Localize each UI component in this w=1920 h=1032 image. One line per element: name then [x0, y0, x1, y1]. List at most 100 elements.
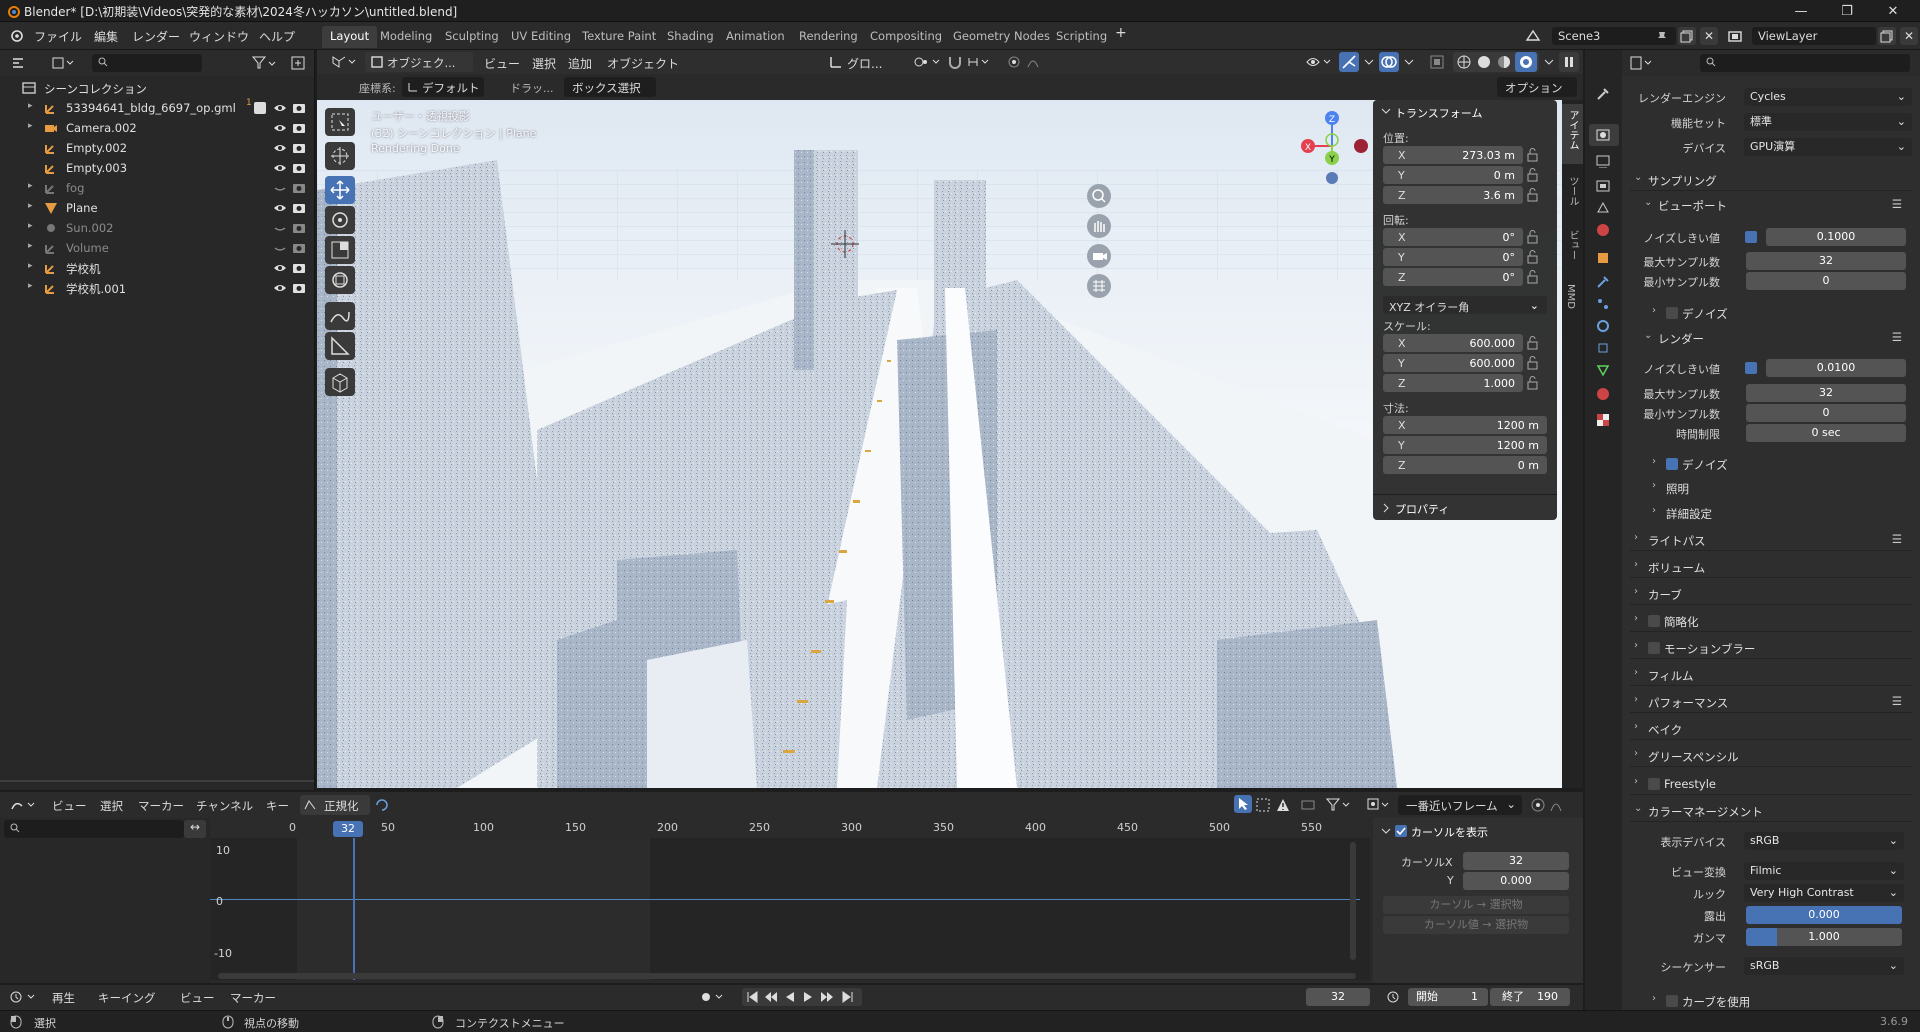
- render-camera-icon[interactable]: [292, 101, 306, 115]
- view-transform-dropdown[interactable]: Filmic ⌄: [1744, 862, 1904, 880]
- transform-tool[interactable]: [325, 266, 355, 294]
- gamma-field[interactable]: 1.000: [1746, 928, 1902, 946]
- add-workspace-button[interactable]: +: [1115, 25, 1127, 41]
- rotate-tool[interactable]: [325, 206, 355, 234]
- add-cube-tool[interactable]: [325, 368, 355, 396]
- list-icon[interactable]: ☰: [1892, 330, 1902, 344]
- editor-type-icon[interactable]: [12, 56, 28, 70]
- measure-tool[interactable]: [325, 332, 355, 360]
- cursor-to-selected-button[interactable]: カーソル → 選択物: [1383, 896, 1569, 914]
- time-limit-field[interactable]: 0 sec: [1746, 424, 1906, 442]
- lock-icon[interactable]: [1527, 188, 1539, 202]
- new-view-layer-button[interactable]: [1878, 27, 1896, 45]
- warning-icon[interactable]: [1275, 797, 1291, 813]
- texture-tab-icon[interactable]: [1595, 412, 1611, 428]
- section-5[interactable]: › フィルム: [1630, 664, 1912, 686]
- outliner-search-input[interactable]: [92, 54, 202, 72]
- expand-arrow-icon[interactable]: ▸: [28, 181, 33, 191]
- jump-keyframe-back-icon[interactable]: [764, 991, 778, 1003]
- properties-title[interactable]: プロパティ: [1395, 501, 1449, 517]
- workspace-tab-uv-editing[interactable]: UV Editing: [503, 26, 579, 48]
- play-icon[interactable]: [802, 991, 814, 1003]
- menu-file[interactable]: ファイル: [34, 28, 82, 45]
- editor-type-3d-icon[interactable]: [331, 55, 357, 69]
- render-camera-icon[interactable]: [292, 221, 306, 235]
- device-dropdown[interactable]: GPU演算 ⌄: [1744, 138, 1912, 156]
- normalize-toggle[interactable]: 正規化: [300, 795, 370, 815]
- scene-tab-icon[interactable]: [1595, 200, 1611, 216]
- outliner-item[interactable]: ▸ 53394641_bldg_6697_op.gml 1: [0, 98, 314, 118]
- subsection-lighting[interactable]: › 照明: [1648, 477, 1912, 499]
- menu-help[interactable]: ヘルプ: [259, 28, 295, 45]
- vp-menu-view[interactable]: ビュー: [484, 55, 520, 72]
- pause-render-button[interactable]: [1559, 52, 1579, 72]
- current-frame-field[interactable]: 32: [1306, 988, 1370, 1006]
- material-tab-icon[interactable]: [1595, 386, 1611, 402]
- workspace-tab-modeling[interactable]: Modeling: [372, 26, 440, 48]
- falloff-icon[interactable]: [1027, 55, 1051, 69]
- workspace-tab-scripting[interactable]: Scripting: [1048, 26, 1115, 48]
- graph-menu-item[interactable]: マーカー: [138, 798, 184, 814]
- menu-edit[interactable]: 編集: [94, 28, 118, 45]
- r-noise-checkbox[interactable]: [1745, 362, 1757, 374]
- vp-menu-select[interactable]: 選択: [532, 55, 556, 72]
- section-3[interactable]: › 簡略化: [1630, 610, 1912, 632]
- record-icon[interactable]: [700, 990, 726, 1004]
- object-tab-icon[interactable]: [1595, 250, 1611, 266]
- eye-icon[interactable]: [273, 141, 287, 155]
- falloff-icon[interactable]: [1550, 797, 1574, 813]
- solid-shading-icon[interactable]: [1476, 54, 1492, 70]
- section-7[interactable]: › ベイク: [1630, 718, 1912, 740]
- render-tab[interactable]: [1589, 124, 1619, 146]
- menu-window[interactable]: ウィンドウ: [189, 28, 249, 45]
- render-camera-icon[interactable]: [292, 281, 306, 295]
- filter-icon[interactable]: [252, 56, 276, 70]
- dimensions-z-field[interactable]: Z 0 m: [1383, 456, 1547, 474]
- horizontal-scrollbar[interactable]: [218, 973, 1356, 979]
- outliner-item[interactable]: Empty.002: [0, 138, 314, 158]
- workspace-tab-animation[interactable]: Animation: [718, 26, 793, 48]
- outliner-item[interactable]: ▸ Camera.002: [0, 118, 314, 138]
- lock-icon[interactable]: [1527, 148, 1539, 162]
- section-1[interactable]: › ボリューム: [1630, 556, 1912, 578]
- chevron-down-icon[interactable]: [1381, 106, 1391, 116]
- exposure-field[interactable]: 0.000: [1746, 906, 1902, 924]
- eye-icon[interactable]: [273, 121, 287, 135]
- end-frame-field[interactable]: 終了 190: [1490, 988, 1570, 1006]
- chevron-down-icon[interactable]: [1543, 55, 1555, 69]
- expand-arrow-icon[interactable]: ▸: [28, 121, 33, 131]
- list-icon[interactable]: ☰: [1892, 694, 1902, 708]
- snap-frame-icon[interactable]: [1366, 797, 1392, 813]
- show-cursor-checkbox[interactable]: [1395, 825, 1407, 837]
- modifier-tab-icon[interactable]: [1595, 274, 1611, 290]
- overlay-toggle-button[interactable]: [1379, 52, 1399, 72]
- eye-hidden-icon[interactable]: [273, 221, 287, 235]
- section-6[interactable]: › パフォーマンス ☰: [1630, 691, 1912, 713]
- tab-mmd[interactable]: MMD: [1562, 278, 1583, 326]
- section-2[interactable]: › カーブ: [1630, 583, 1912, 605]
- timeline-menu-item[interactable]: 再生: [52, 990, 75, 1006]
- subsection-vp-denoise-checkbox[interactable]: [1666, 307, 1678, 319]
- outliner-item[interactable]: ▸ Volume: [0, 238, 314, 258]
- filter-icon[interactable]: [1326, 797, 1352, 813]
- wireframe-shading-icon[interactable]: [1456, 54, 1472, 70]
- exclude-checkbox[interactable]: [254, 102, 266, 114]
- location-y-field[interactable]: Y 0 m: [1383, 166, 1523, 184]
- section-9-checkbox[interactable]: [1648, 778, 1660, 790]
- outliner-item[interactable]: ▸ Sun.002: [0, 218, 314, 238]
- r-max-field[interactable]: 32: [1746, 384, 1906, 402]
- menu-render[interactable]: レンダー: [132, 28, 180, 45]
- workspace-tab-texture-paint[interactable]: Texture Paint: [574, 26, 664, 48]
- tab-tool[interactable]: ツール: [1562, 170, 1583, 218]
- scale-x-field[interactable]: X 600.000: [1383, 334, 1523, 352]
- render-camera-icon[interactable]: [292, 201, 306, 215]
- rotation-x-field[interactable]: X 0°: [1383, 228, 1523, 246]
- preview-range-icon[interactable]: [1386, 990, 1400, 1004]
- proportional-editing-icon[interactable]: [1530, 797, 1546, 813]
- outliner-item[interactable]: ▸ Plane: [0, 198, 314, 218]
- render-camera-icon[interactable]: [292, 141, 306, 155]
- select-box-tool[interactable]: [325, 108, 355, 136]
- subsection-use-curves-checkbox[interactable]: [1666, 995, 1678, 1007]
- workspace-tab-layout[interactable]: Layout: [322, 26, 378, 48]
- vp-menu-object[interactable]: オブジェクト: [607, 55, 679, 72]
